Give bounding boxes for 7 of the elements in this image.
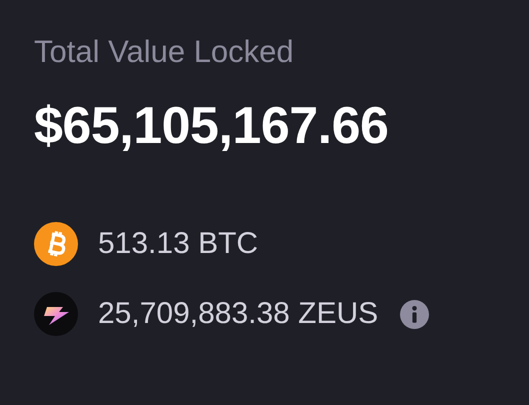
info-icon[interactable] [400,300,430,328]
asset-amount: 513.13 BTC [98,227,258,261]
coin-icon [34,222,78,266]
total-value: $65,105,167.66 [34,96,390,156]
card-title: Total Value Locked [34,33,295,71]
lightning-icon [34,292,78,336]
asset-amount: 25,709,883.38 ZEUS [98,297,378,331]
